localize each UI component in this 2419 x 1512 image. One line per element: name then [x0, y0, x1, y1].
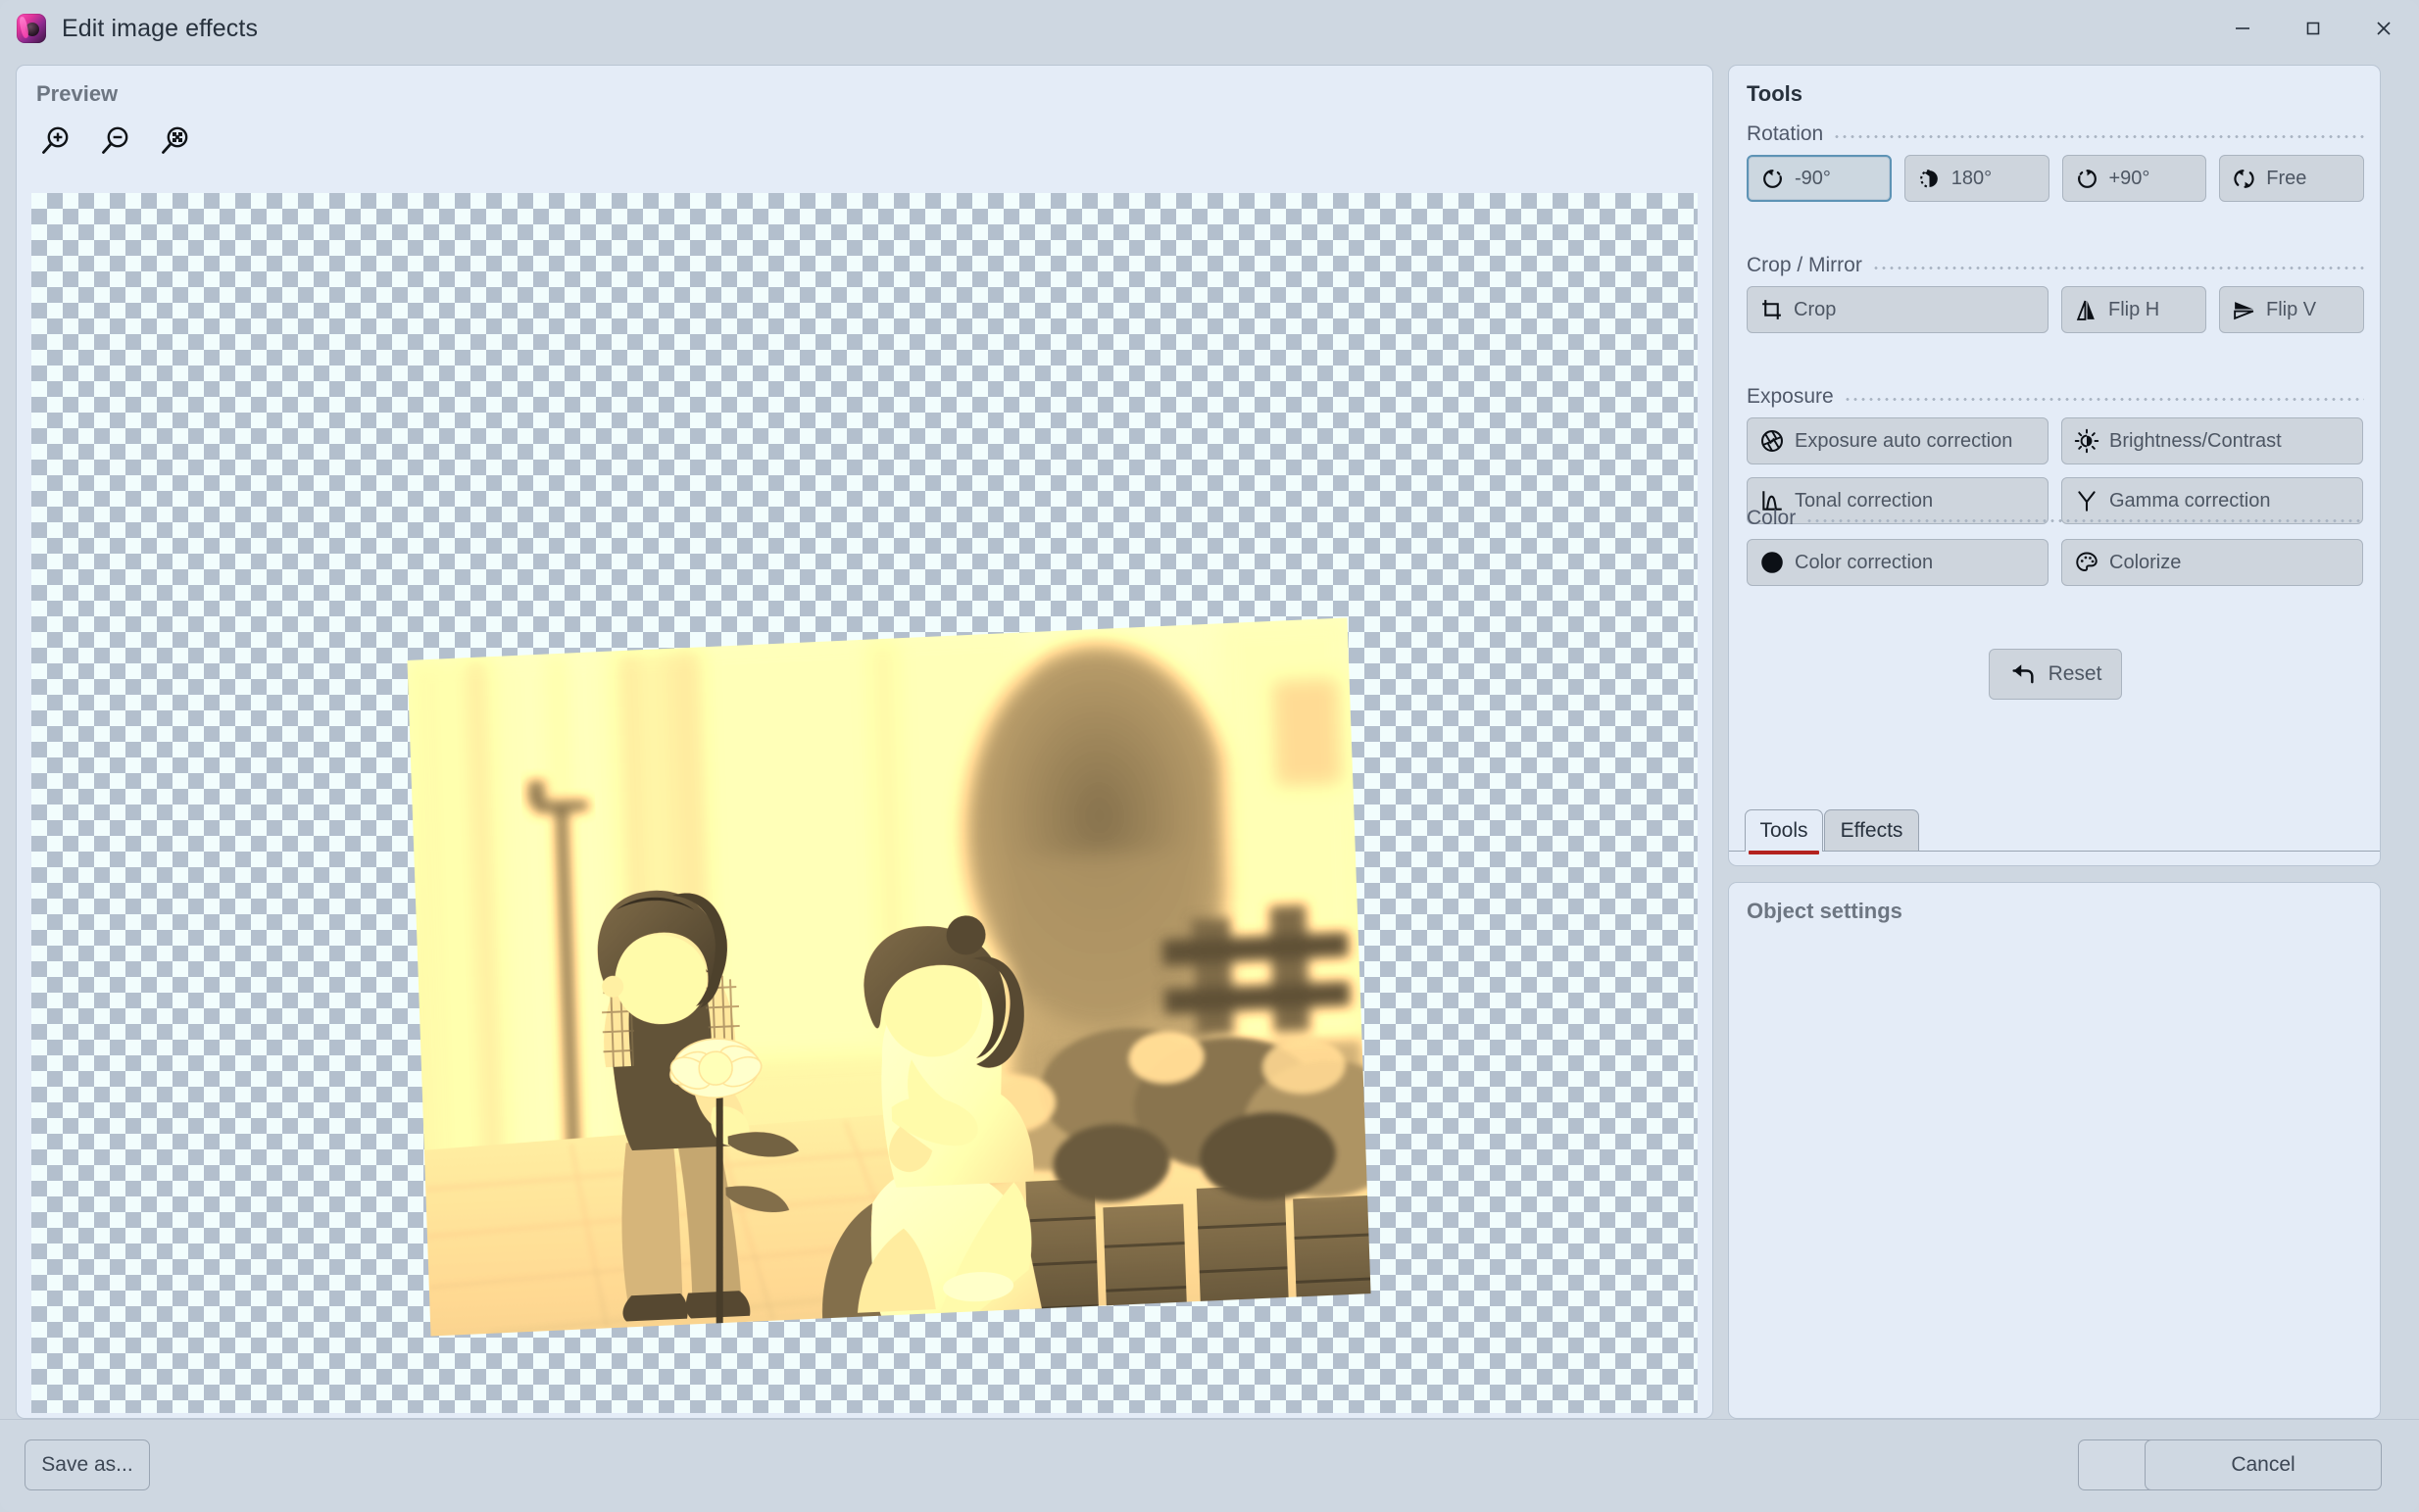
rotate-right-icon: [2075, 167, 2099, 191]
tab-effects[interactable]: Effects: [1824, 809, 1919, 851]
color-buttons: Color correction Colorize: [1747, 539, 2364, 586]
app-icon: [17, 14, 46, 43]
preview-zoom-toolbar: [34, 120, 197, 163]
dialog-footer: Save as... OK Cancel: [0, 1419, 2419, 1512]
cancel-button[interactable]: Cancel: [2145, 1439, 2382, 1490]
rotate-minus-90-label: -90°: [1795, 168, 1831, 190]
object-settings-title: Object settings: [1747, 899, 1902, 924]
preview-panel: Preview: [16, 65, 1713, 1419]
maximize-button[interactable]: [2278, 0, 2348, 57]
rotate-left-icon: [1760, 167, 1785, 191]
group-divider-dots: [1805, 519, 2364, 522]
crop-mirror-group-label: Crop / Mirror: [1747, 254, 1862, 277]
rotate-plus-90-label: +90°: [2109, 168, 2150, 190]
crop-icon: [1759, 298, 1784, 322]
exposure-auto-correction-button[interactable]: Exposure auto correction: [1747, 417, 2049, 464]
exposure-buttons-row-1: Exposure auto correction Brightness/Cont…: [1747, 417, 2364, 464]
cancel-label: Cancel: [2231, 1453, 2295, 1477]
color-correction-button[interactable]: Color correction: [1747, 539, 2049, 586]
color-section: Color Color correction Colorize: [1747, 507, 2364, 599]
preview-image-bitmap: [407, 617, 1370, 1336]
flip-horizontal-button[interactable]: Flip H: [2061, 286, 2206, 333]
reset-row: Reset: [1729, 649, 2382, 700]
group-divider-dots: [1872, 267, 2364, 269]
rotate-free-icon: [2232, 167, 2256, 191]
tab-strip-baseline: [1729, 851, 2380, 852]
zoom-in-icon[interactable]: [34, 120, 77, 163]
rotate-minus-90-button[interactable]: -90°: [1747, 155, 1892, 202]
colorize-button[interactable]: Colorize: [2061, 539, 2363, 586]
rotate-free-button[interactable]: Free: [2219, 155, 2364, 202]
rotate-free-label: Free: [2266, 168, 2306, 190]
title-bar: Edit image effects: [0, 0, 2419, 57]
brightness-contrast-button[interactable]: Brightness/Contrast: [2061, 417, 2363, 464]
rotation-section: Rotation -90° 180° +90° Free: [1747, 122, 2364, 215]
tab-effects-label: Effects: [1841, 819, 1903, 843]
group-divider-dots: [1833, 135, 2364, 138]
preview-label: Preview: [36, 81, 118, 107]
flip-horizontal-label: Flip H: [2108, 299, 2159, 321]
exposure-auto-correction-label: Exposure auto correction: [1795, 430, 2012, 453]
tab-tools[interactable]: Tools: [1745, 809, 1823, 852]
color-group-header: Color: [1747, 507, 2364, 530]
group-divider-dots: [1844, 398, 2364, 401]
palette-icon: [2074, 550, 2099, 575]
brightness-contrast-icon: [2074, 428, 2099, 454]
color-correction-label: Color correction: [1795, 552, 1933, 574]
panel-tab-strip: Tools Effects: [1729, 810, 2380, 865]
flip-vertical-label: Flip V: [2266, 299, 2316, 321]
reset-label: Reset: [2049, 662, 2102, 686]
zoom-fit-icon[interactable]: [154, 120, 197, 163]
window-controls: [2207, 0, 2419, 57]
zoom-out-icon[interactable]: [94, 120, 137, 163]
preview-image[interactable]: [407, 617, 1370, 1336]
reset-button[interactable]: Reset: [1989, 649, 2122, 700]
rotate-180-icon: [1917, 167, 1942, 191]
rotate-plus-90-button[interactable]: +90°: [2062, 155, 2207, 202]
rotation-buttons: -90° 180° +90° Free: [1747, 155, 2364, 202]
edit-image-effects-window: Edit image effects Preview: [0, 0, 2419, 1512]
exposure-group-label: Exposure: [1747, 385, 1834, 409]
crop-mirror-group-header: Crop / Mirror: [1747, 254, 2364, 277]
flip-vertical-button[interactable]: Flip V: [2219, 286, 2364, 333]
color-group-label: Color: [1747, 507, 1796, 530]
flip-horizontal-icon: [2074, 298, 2098, 322]
preview-canvas[interactable]: [31, 193, 1698, 1413]
colorize-label: Colorize: [2109, 552, 2181, 574]
save-as-button[interactable]: Save as...: [25, 1439, 150, 1490]
footer-divider: [0, 1419, 2419, 1420]
undo-arrow-icon: [2009, 660, 2037, 688]
brightness-contrast-label: Brightness/Contrast: [2109, 430, 2282, 453]
aperture-icon: [1759, 428, 1785, 454]
rotation-group-label: Rotation: [1747, 122, 1823, 146]
exposure-group-header: Exposure: [1747, 385, 2364, 409]
crop-label: Crop: [1794, 299, 1836, 321]
contrast-circle-icon: [1759, 550, 1785, 575]
tools-panel: Tools Rotation -90° 180° +90°: [1728, 65, 2381, 866]
rotate-180-label: 180°: [1951, 168, 1992, 190]
crop-button[interactable]: Crop: [1747, 286, 2049, 333]
flip-vertical-icon: [2232, 298, 2256, 322]
rotate-180-button[interactable]: 180°: [1904, 155, 2049, 202]
minimize-button[interactable]: [2207, 0, 2278, 57]
save-as-label: Save as...: [41, 1453, 132, 1477]
object-settings-panel: Object settings: [1728, 882, 2381, 1419]
crop-mirror-buttons: Crop Flip H Flip V: [1747, 286, 2364, 333]
window-title: Edit image effects: [62, 15, 258, 43]
tab-tools-label: Tools: [1759, 819, 1807, 843]
close-button[interactable]: [2348, 0, 2419, 57]
rotation-group-header: Rotation: [1747, 122, 2364, 146]
crop-mirror-section: Crop / Mirror Crop Flip H Flip V: [1747, 254, 2364, 346]
tools-panel-title: Tools: [1747, 81, 1802, 107]
